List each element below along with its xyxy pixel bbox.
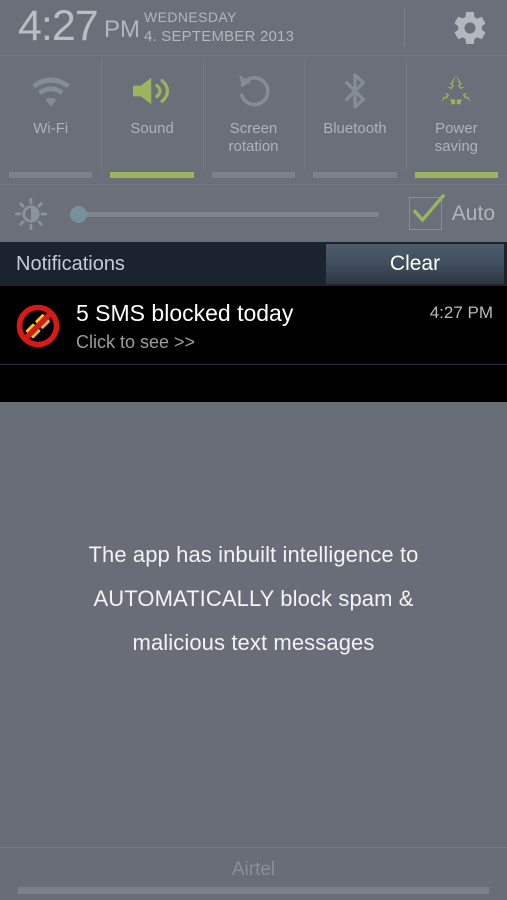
app-content: The app has inbuilt intelligence to AUTO… bbox=[0, 425, 507, 848]
status-clock-row: 4:27 PM WEDNESDAY 4. SEPTEMBER 2013 bbox=[0, 0, 507, 55]
notification-time: 4:27 PM bbox=[430, 301, 493, 325]
toggle-state-bar-screen-rotation bbox=[212, 172, 295, 178]
date-block: WEDNESDAY 4. SEPTEMBER 2013 bbox=[144, 8, 294, 46]
toggle-state-bar-sound bbox=[110, 172, 193, 178]
quick-settings-shade: 4:27 PM WEDNESDAY 4. SEPTEMBER 2013 bbox=[0, 0, 507, 402]
clock-ampm: PM bbox=[104, 15, 140, 45]
promo-line-3: malicious text messages bbox=[0, 621, 507, 665]
promo-line-2: AUTOMATICALLY block spam & bbox=[0, 577, 507, 621]
quick-toggles-row: Wi-Fi Sound bbox=[0, 55, 507, 184]
notification-subtitle: Click to see >> bbox=[76, 330, 195, 354]
screen-rotation-icon bbox=[203, 56, 304, 120]
notifications-title: Notifications bbox=[0, 253, 325, 276]
promo-text-block: The app has inbuilt intelligence to AUTO… bbox=[0, 533, 507, 665]
toggle-label-line2: rotation bbox=[228, 138, 278, 155]
toggle-state-bar-bluetooth bbox=[313, 172, 396, 178]
recycle-icon bbox=[406, 56, 507, 120]
gear-icon[interactable] bbox=[451, 9, 489, 47]
promo-line-1: The app has inbuilt intelligence to bbox=[0, 533, 507, 577]
toggle-wifi[interactable]: Wi-Fi bbox=[0, 56, 101, 184]
wifi-icon bbox=[0, 56, 101, 120]
toggle-screen-rotation[interactable]: Screen rotation bbox=[203, 56, 304, 184]
notification-list-filler bbox=[0, 365, 507, 402]
toggle-label-bluetooth: Bluetooth bbox=[304, 120, 405, 138]
bottom-bar: Airtel bbox=[0, 847, 507, 900]
android-notification-shade: 4:27 PM WEDNESDAY 4. SEPTEMBER 2013 bbox=[0, 0, 507, 900]
date-weekday: WEDNESDAY bbox=[144, 8, 294, 27]
drag-handle[interactable] bbox=[18, 887, 489, 894]
date-full: 4. SEPTEMBER 2013 bbox=[144, 27, 294, 46]
toggle-label-line2: saving bbox=[435, 138, 478, 155]
header-divider bbox=[404, 8, 405, 46]
brightness-icon bbox=[0, 197, 62, 231]
clock-time: 4:27 bbox=[18, 0, 98, 53]
toggle-state-bar-power-saving bbox=[415, 172, 498, 178]
brightness-slider[interactable] bbox=[62, 203, 397, 225]
auto-label: Auto bbox=[452, 202, 495, 226]
toggle-bluetooth[interactable]: Bluetooth bbox=[304, 56, 405, 184]
sms-blocked-icon bbox=[16, 304, 60, 348]
toggle-label-power-saving: Power saving bbox=[406, 120, 507, 156]
toggle-state-bar-wifi bbox=[9, 172, 92, 178]
bluetooth-icon bbox=[304, 56, 405, 120]
auto-checkbox[interactable] bbox=[409, 197, 442, 230]
clear-button[interactable]: Clear bbox=[325, 243, 505, 285]
toggle-power-saving[interactable]: Power saving bbox=[406, 56, 507, 184]
toggle-sound[interactable]: Sound bbox=[101, 56, 202, 184]
carrier-label: Airtel bbox=[0, 858, 507, 882]
notification-item[interactable]: 5 SMS blocked today Click to see >> 4:27… bbox=[0, 286, 507, 364]
slider-track bbox=[72, 212, 379, 217]
slider-thumb[interactable] bbox=[70, 206, 87, 223]
toggle-label-line1: Screen bbox=[230, 120, 278, 137]
notifications-header: Notifications Clear bbox=[0, 242, 507, 286]
auto-brightness-toggle[interactable]: Auto bbox=[409, 197, 507, 230]
notification-list: 5 SMS blocked today Click to see >> 4:27… bbox=[0, 286, 507, 402]
notification-title: 5 SMS blocked today bbox=[76, 298, 293, 328]
toggle-label-sound: Sound bbox=[101, 120, 202, 138]
toggle-label-line1: Power bbox=[435, 120, 478, 137]
sound-icon bbox=[101, 56, 202, 120]
brightness-row: Auto bbox=[0, 184, 507, 242]
toggle-label-screen-rotation: Screen rotation bbox=[203, 120, 304, 156]
toggle-label-wifi: Wi-Fi bbox=[0, 120, 101, 138]
